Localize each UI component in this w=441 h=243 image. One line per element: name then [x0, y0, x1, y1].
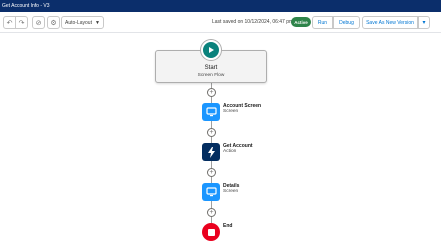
node-get-account[interactable]: [202, 143, 220, 161]
add-element-button[interactable]: +: [207, 208, 216, 217]
redo-button[interactable]: ↷: [15, 16, 28, 29]
run-button[interactable]: Run: [312, 16, 333, 29]
stop-icon: [207, 228, 215, 236]
add-element-button[interactable]: +: [207, 128, 216, 137]
screen-icon: [205, 107, 217, 117]
node-details[interactable]: [202, 183, 220, 201]
redo-icon: ↷: [18, 19, 25, 27]
undo-icon: ↶: [6, 19, 13, 27]
end-node[interactable]: [202, 223, 220, 241]
save-menu-button[interactable]: ▾: [418, 16, 430, 29]
chevron-down-icon: ▼: [95, 19, 100, 26]
node-subtitle: Screen: [223, 109, 239, 114]
chevron-down-icon: ▾: [422, 20, 426, 26]
stop-button[interactable]: ⊘: [32, 16, 45, 29]
start-subtitle: Screen Flow: [197, 73, 225, 78]
add-element-button[interactable]: +: [207, 88, 216, 97]
debug-button[interactable]: Debug: [333, 16, 360, 29]
window-title: Get Account Info - V3: [0, 0, 441, 12]
status-badge: Active: [291, 17, 311, 27]
node-subtitle: Action: [223, 149, 237, 154]
add-element-button[interactable]: +: [207, 168, 216, 177]
settings-button[interactable]: ⚙: [47, 16, 60, 29]
start-icon: [201, 40, 221, 60]
end-title: End: [223, 223, 233, 229]
node-account-screen[interactable]: [202, 103, 220, 121]
gear-icon: ⚙: [50, 19, 57, 27]
layout-select-value: Auto-Layout: [65, 19, 92, 26]
last-saved-text: Last saved on 10/12/2024, 06:47 pm: [212, 19, 294, 25]
screen-icon: [205, 187, 217, 197]
prohibit-icon: ⊘: [35, 19, 42, 27]
layout-select[interactable]: Auto-Layout ▼: [61, 16, 104, 29]
node-subtitle: Screen: [223, 189, 239, 194]
start-title: Start: [204, 65, 218, 71]
save-as-new-version-button[interactable]: Save As New Version: [362, 16, 418, 29]
lightning-icon: [207, 146, 215, 158]
